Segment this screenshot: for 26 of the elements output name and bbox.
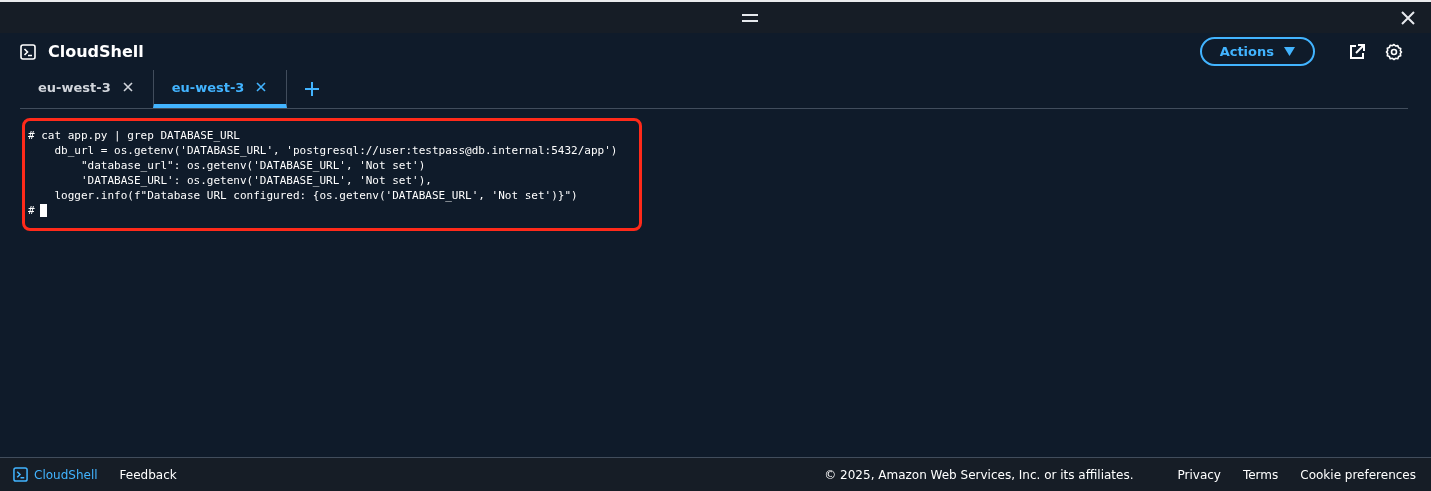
footer-link[interactable]: Privacy (1177, 467, 1221, 482)
footer-link[interactable]: Terms (1242, 467, 1279, 482)
tab[interactable]: eu-west-3 (152, 70, 288, 108)
terminal-line: "database_url": os.getenv('DATABASE_URL', 'Not set') (79, 158, 427, 173)
footer-link[interactable]: Cookie preferences (1300, 467, 1416, 482)
app-title: CloudShell (48, 42, 144, 61)
cursor (39, 204, 47, 217)
copyright-text: © 2025, Amazon Web Services, Inc. or its affiliates. (824, 467, 1134, 482)
actions-button[interactable]: Actions (1199, 37, 1315, 66)
settings-icon[interactable] (1385, 42, 1403, 61)
tab[interactable]: eu-west-3 (20, 70, 153, 108)
external-link-icon[interactable] (1349, 43, 1365, 60)
caret-icon (1284, 47, 1295, 56)
terminal-line: # cat app.py | grep DATABASE_URL (28, 128, 241, 143)
terminal-icon (13, 467, 28, 482)
cloudshell-link[interactable]: CloudShell (34, 467, 98, 482)
terminal-icon (20, 43, 36, 60)
drag-handle-icon[interactable] (742, 13, 758, 22)
terminal-line: db_url = os.getenv('DATABASE_URL', 'postgresql://user:testpass@db.internal:5432/app') (53, 143, 619, 158)
add-tab-icon[interactable] (305, 82, 320, 96)
close-icon[interactable] (122, 82, 133, 92)
prompt: # (28, 203, 35, 218)
close-icon[interactable] (256, 82, 267, 92)
terminal-line: 'DATABASE_URL': os.getenv('DATABASE_URL', 'Not set'), (79, 173, 433, 188)
terminal-line: logger.info(f"Database URL configured: {os.getenv('DATABASE_URL', 'Not set')}") (53, 188, 579, 203)
feedback-link[interactable]: Feedback (119, 467, 177, 482)
